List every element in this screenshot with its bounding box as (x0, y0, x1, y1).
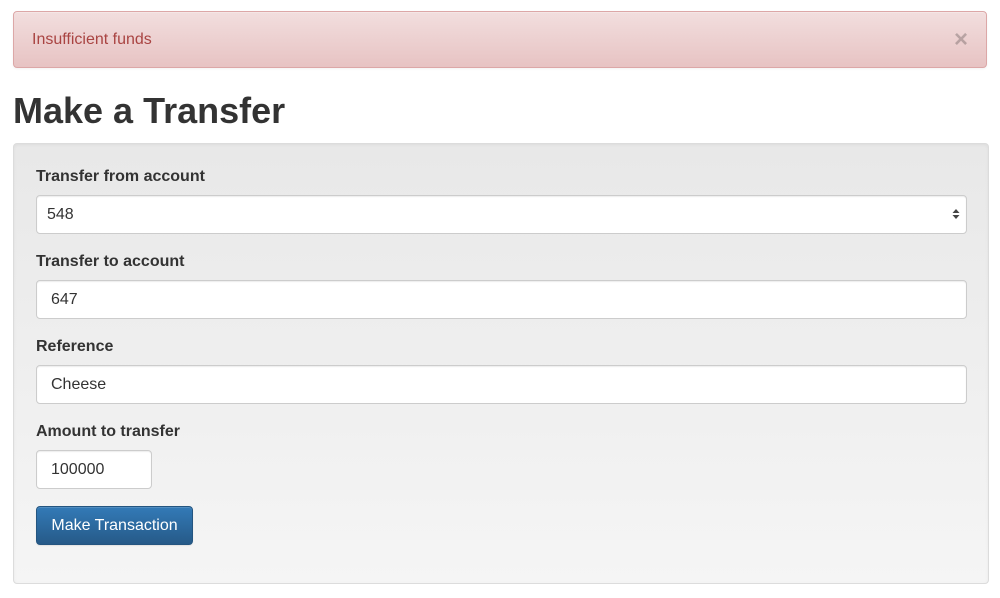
reference-label: Reference (36, 338, 114, 355)
from-account-value: 548 (47, 206, 74, 223)
from-account-label: Transfer from account (36, 168, 205, 185)
alert-message: Insufficient funds (32, 31, 152, 48)
to-account-input[interactable]: 647 (36, 280, 967, 319)
transfer-page: Insufficient funds × Make a Transfer Tra… (0, 0, 1000, 598)
amount-label: Amount to transfer (36, 423, 180, 440)
page-title: Make a Transfer (13, 90, 286, 131)
make-transaction-button[interactable]: Make Transaction (36, 506, 193, 545)
transfer-form: Transfer from account 548 Transfer to ac… (13, 143, 989, 584)
select-arrows-icon (952, 209, 960, 219)
from-account-select[interactable]: 548 (36, 195, 967, 234)
to-account-label: Transfer to account (36, 253, 185, 270)
close-icon[interactable]: × (954, 28, 968, 52)
amount-input[interactable]: 100000 (36, 450, 152, 489)
error-alert: Insufficient funds × (13, 11, 987, 68)
reference-input[interactable]: Cheese (36, 365, 967, 404)
